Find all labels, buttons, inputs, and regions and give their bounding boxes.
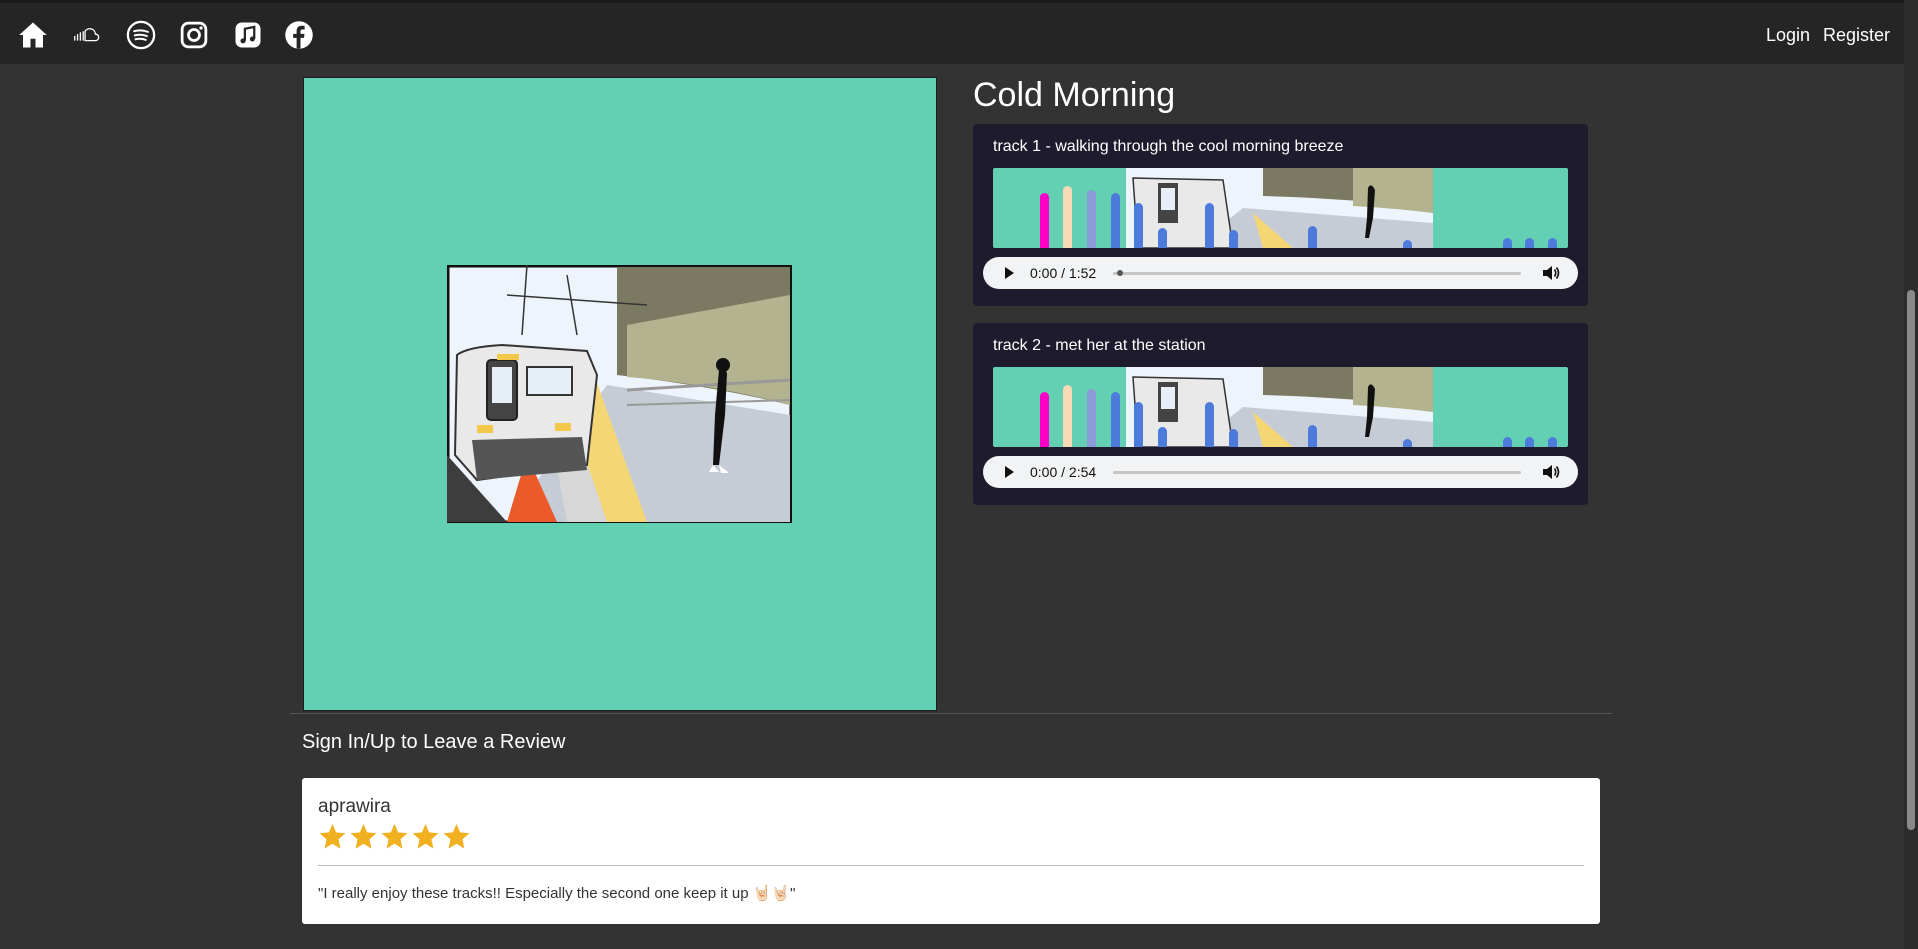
audio-player: 0:00 / 2:54 bbox=[983, 456, 1578, 488]
track-title: track 2 - met her at the station bbox=[993, 337, 1206, 354]
star-icon bbox=[350, 823, 377, 849]
review-author: aprawira bbox=[318, 796, 391, 817]
volume-icon[interactable] bbox=[1542, 265, 1560, 281]
album-title: Cold Morning bbox=[973, 76, 1176, 114]
star-icon bbox=[319, 823, 346, 849]
login-link[interactable]: Login bbox=[1766, 25, 1810, 46]
track-title: track 1 - walking through the cool morni… bbox=[993, 138, 1344, 155]
track-card: track 1 - walking through the cool morni… bbox=[973, 124, 1588, 306]
star-icon bbox=[443, 823, 470, 849]
train-station-illustration bbox=[447, 265, 792, 523]
top-navbar: Login Register bbox=[0, 0, 1904, 64]
current-time: 0:00 bbox=[1030, 265, 1058, 281]
star-icon bbox=[381, 823, 408, 849]
review-signin-prompt[interactable]: Sign In/Up to Leave a Review bbox=[302, 731, 566, 754]
play-icon[interactable] bbox=[1001, 464, 1017, 480]
progress-slider[interactable] bbox=[1113, 270, 1521, 276]
duration: 2:54 bbox=[1068, 464, 1097, 480]
track-banner-image bbox=[993, 367, 1568, 447]
review-card: aprawira "I really enjoy these tracks!! … bbox=[302, 778, 1600, 924]
soundcloud-icon[interactable] bbox=[70, 19, 102, 51]
star-icon bbox=[412, 823, 439, 849]
star-rating bbox=[318, 822, 471, 851]
review-divider bbox=[318, 865, 1584, 866]
album-artwork bbox=[303, 77, 937, 711]
facebook-icon[interactable] bbox=[283, 19, 315, 51]
playback-time: 0:00 / 2:54 bbox=[1030, 464, 1097, 480]
progress-knob[interactable] bbox=[1117, 270, 1124, 276]
review-comment: "I really enjoy these tracks!! Especiall… bbox=[318, 885, 796, 902]
play-icon[interactable] bbox=[1001, 265, 1017, 281]
track-card: track 2 - met her at the station 0:00 / … bbox=[973, 323, 1588, 505]
instagram-icon[interactable] bbox=[178, 19, 210, 51]
progress-slider[interactable] bbox=[1113, 471, 1521, 474]
home-icon[interactable] bbox=[17, 19, 49, 51]
track-banner-image bbox=[993, 168, 1568, 248]
volume-icon[interactable] bbox=[1542, 464, 1560, 480]
duration: 1:52 bbox=[1068, 265, 1097, 281]
playback-time: 0:00 / 1:52 bbox=[1030, 265, 1097, 281]
scrollbar-thumb[interactable] bbox=[1907, 290, 1915, 830]
apple-music-icon[interactable] bbox=[232, 19, 264, 51]
register-link[interactable]: Register bbox=[1823, 25, 1890, 46]
page-scrollbar[interactable] bbox=[1904, 0, 1918, 949]
section-divider bbox=[290, 713, 1612, 714]
spotify-icon[interactable] bbox=[125, 19, 157, 51]
current-time: 0:00 bbox=[1030, 464, 1058, 480]
audio-player: 0:00 / 1:52 bbox=[983, 257, 1578, 289]
